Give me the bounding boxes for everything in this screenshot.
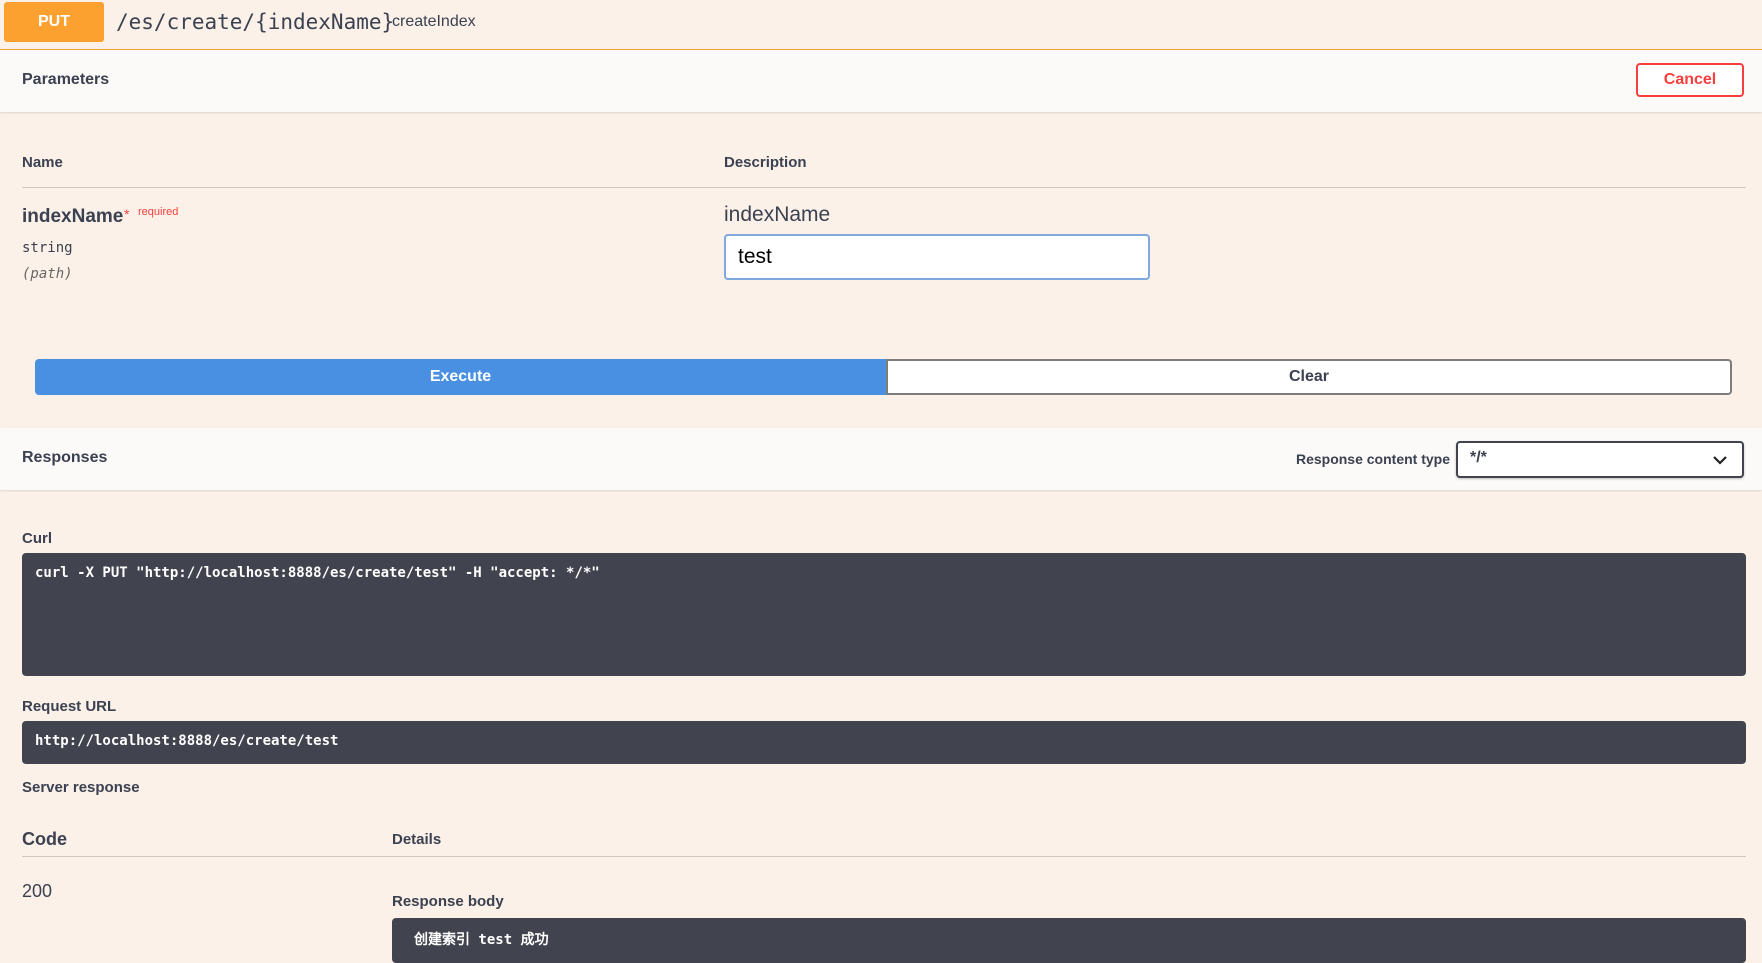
response-content-type-value: */*: [1470, 449, 1487, 466]
required-label: required: [138, 206, 179, 218]
server-response-label: Server response: [22, 779, 140, 796]
response-body-label: Response body: [392, 893, 504, 910]
response-body-box[interactable]: 创建索引 test 成功: [392, 918, 1746, 963]
code-column-header: Code: [22, 829, 67, 849]
parameter-location: (path): [22, 266, 73, 282]
required-star: *: [124, 206, 130, 222]
parameters-header: Parameters Cancel: [0, 50, 1762, 112]
parameter-type: string: [22, 240, 73, 256]
http-method-badge: PUT: [4, 2, 104, 42]
operation-summary-text: createIndex: [392, 13, 476, 30]
column-header-name: Name: [22, 154, 63, 171]
curl-command-box[interactable]: curl -X PUT "http://localhost:8888/es/cr…: [22, 553, 1746, 676]
responses-header: Responses Response content type */*: [0, 428, 1762, 490]
response-content-type-select[interactable]: */*: [1456, 441, 1744, 478]
clear-button[interactable]: Clear: [886, 359, 1732, 395]
request-url-text: http://localhost:8888/es/create/test: [35, 733, 339, 749]
table-divider: [22, 187, 1746, 188]
column-header-description: Description: [724, 154, 807, 171]
curl-command-text: curl -X PUT "http://localhost:8888/es/cr…: [35, 565, 600, 581]
response-body-text: 创建索引 test 成功: [414, 932, 549, 948]
request-url-box[interactable]: http://localhost:8888/es/create/test: [22, 721, 1746, 764]
response-code: 200: [22, 881, 53, 901]
cancel-button[interactable]: Cancel: [1636, 63, 1744, 97]
details-column-header: Details: [392, 831, 442, 848]
parameters-title: Parameters: [22, 71, 110, 88]
responses-title: Responses: [22, 449, 108, 466]
response-content-type-label: Response content type: [1295, 451, 1450, 467]
curl-label: Curl: [22, 530, 52, 547]
parameter-description: indexName: [724, 203, 831, 226]
request-url-label: Request URL: [22, 698, 117, 715]
endpoint-path: /es/create/{indexName}: [116, 10, 395, 34]
index-name-input[interactable]: [724, 234, 1150, 280]
response-table-divider: [22, 856, 1746, 857]
operation-summary[interactable]: PUT /es/create/{indexName} createIndex: [0, 0, 1762, 50]
execute-button[interactable]: Execute: [35, 359, 886, 395]
parameter-name: indexName: [22, 206, 124, 227]
chevron-down-icon: [1713, 456, 1727, 465]
